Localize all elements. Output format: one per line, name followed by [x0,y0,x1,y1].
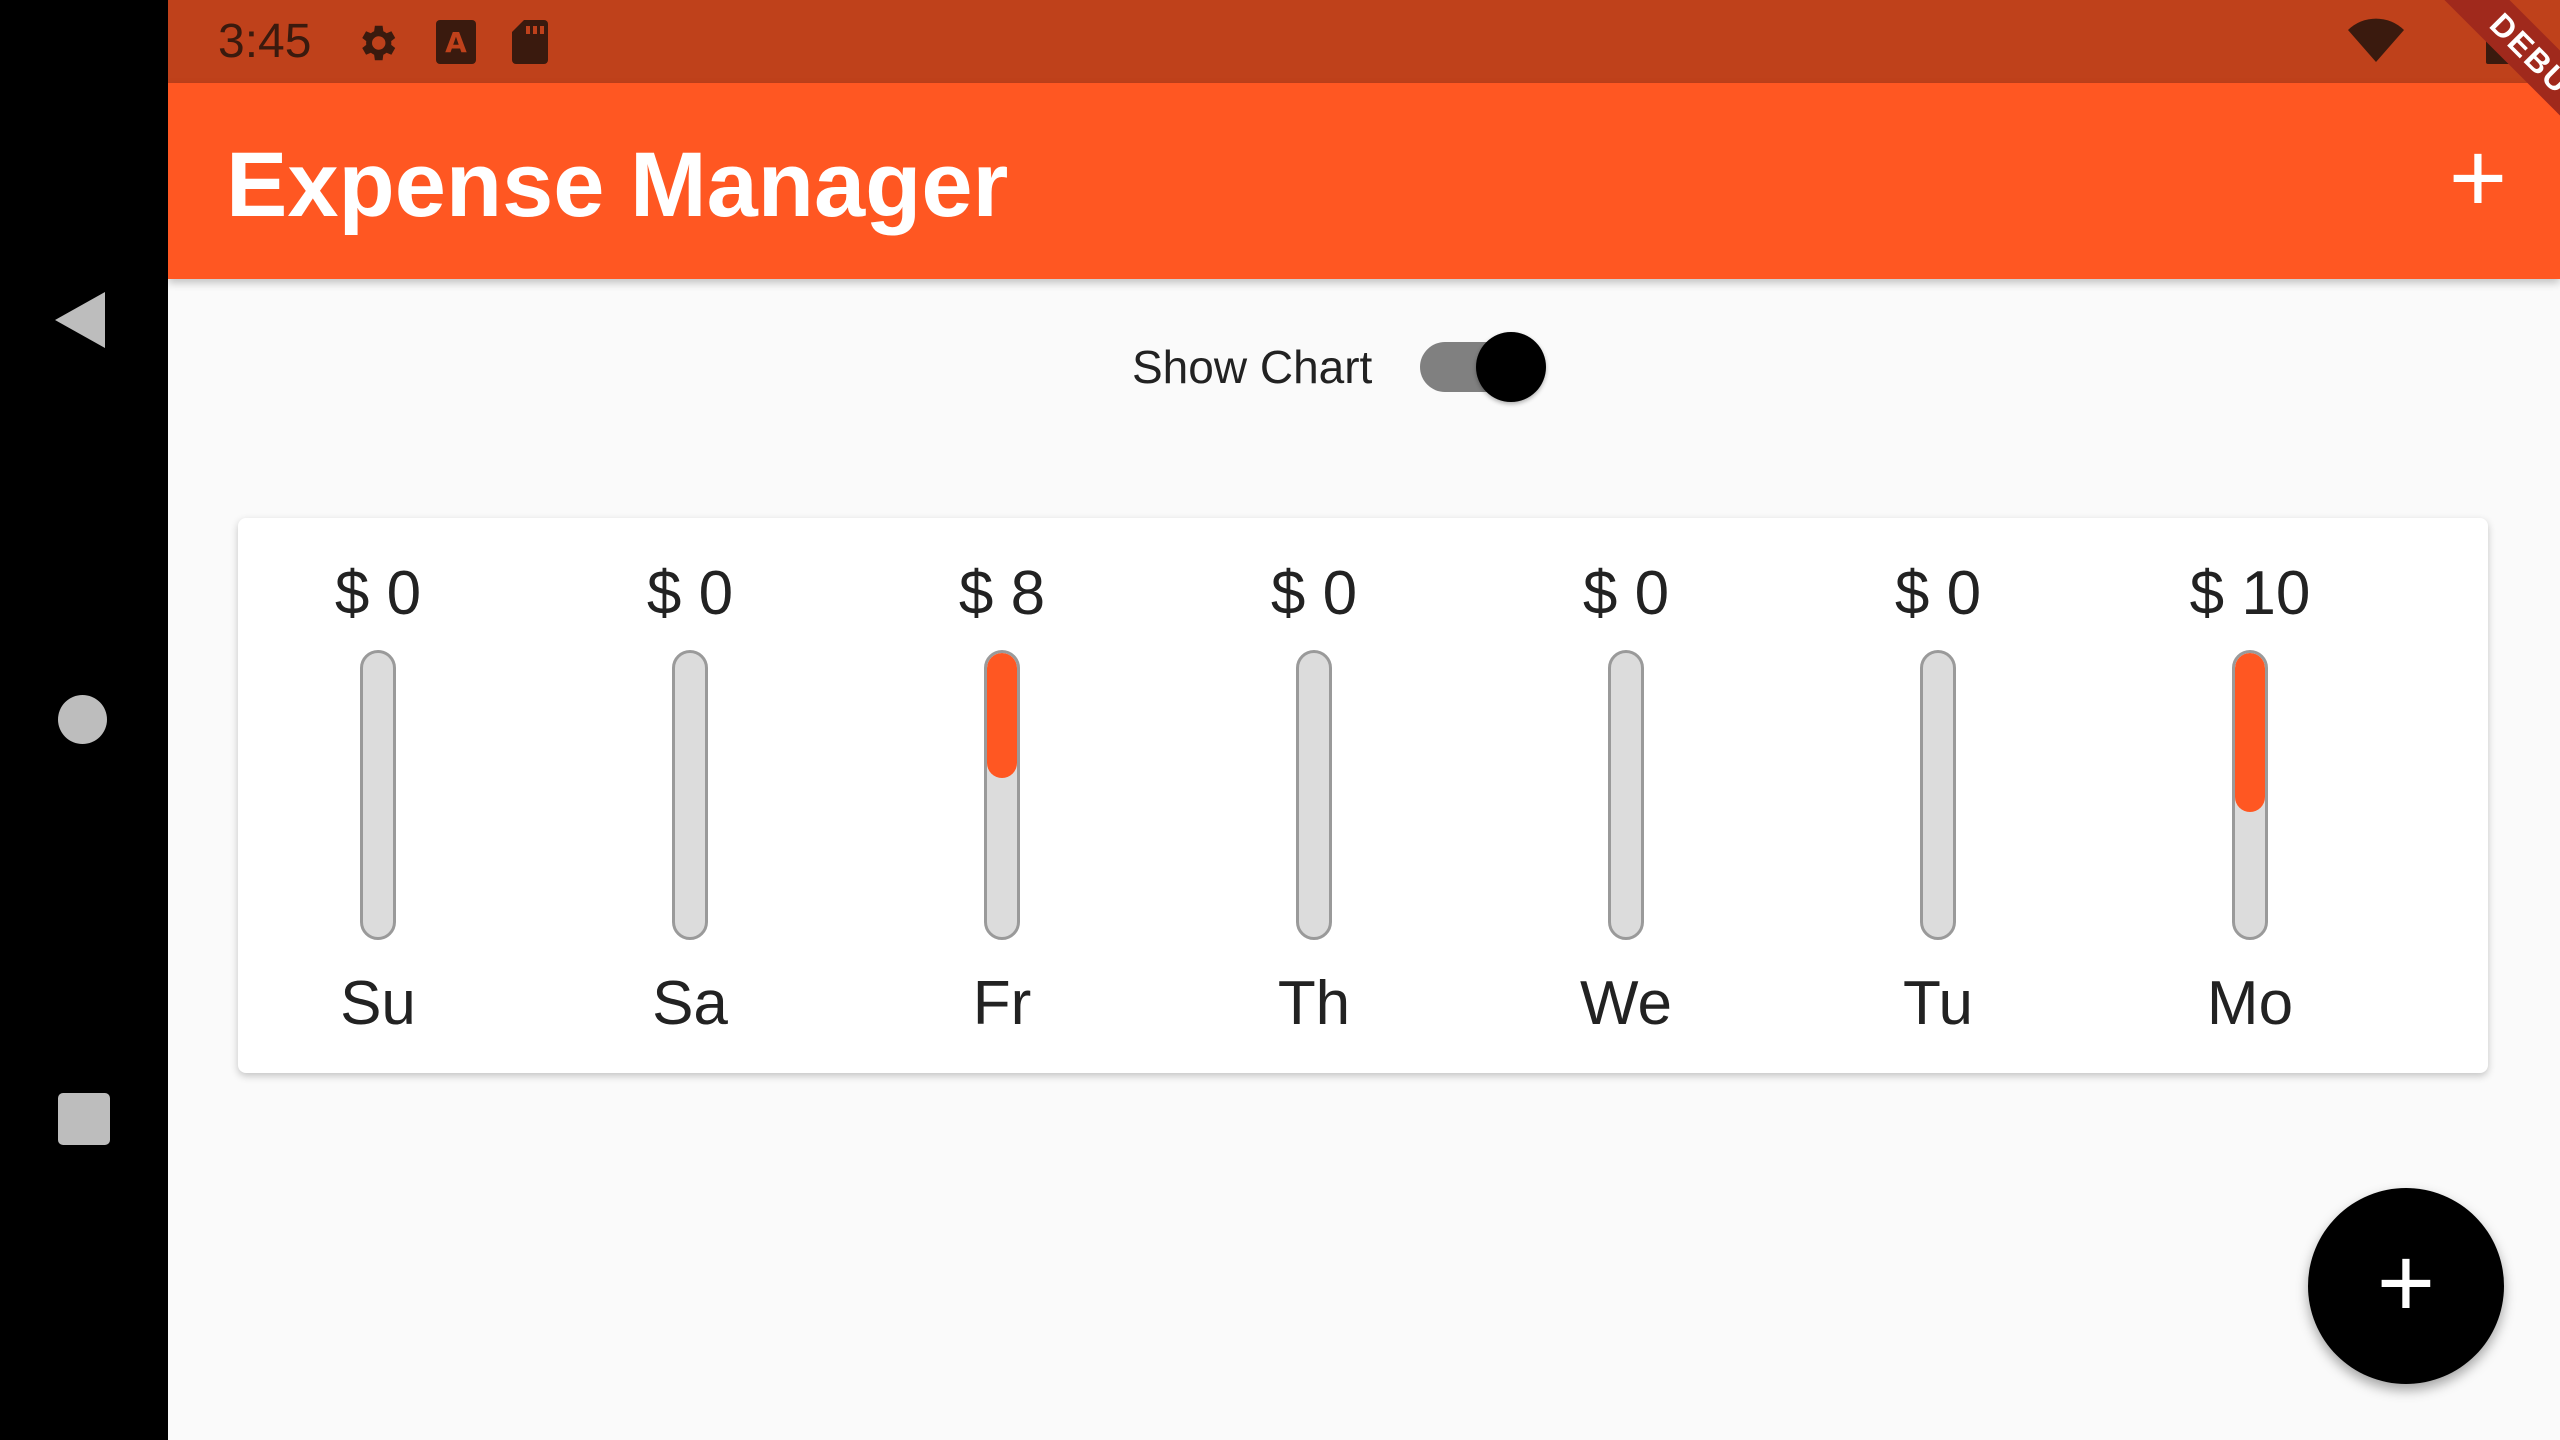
bar-track [984,650,1020,940]
wifi-icon [2348,18,2404,63]
chart-bar-su: $ 0 Su [288,518,468,1073]
bar-track [1920,650,1956,940]
bar-amount-label: $ 0 [1270,559,1358,628]
bar-amount-label: $ 0 [1582,559,1670,628]
show-chart-label: Show Chart [1132,341,1373,393]
show-chart-switch[interactable] [1420,332,1547,402]
bar-day-label: Mo [2206,969,2294,1038]
gear-icon [362,25,396,61]
chart-bar-mo: $ 10 Mo [2160,518,2340,1073]
bar-amount-label: $ 8 [958,559,1046,628]
chart-bar-th: $ 0 Th [1224,518,1404,1073]
bar-track [1296,650,1332,940]
show-chart-row: Show Chart [1132,332,1547,402]
bar-day-label: Su [340,969,416,1038]
home-icon[interactable] [58,695,107,744]
svg-text:A: A [445,26,467,59]
bar-day-label: Sa [652,969,728,1038]
bar-track [360,650,396,940]
chart-bar-sa: $ 0 Sa [600,518,780,1073]
bar-amount-label: $ 0 [1894,559,1982,628]
bar-day-label: Th [1277,969,1351,1038]
add-icon[interactable]: + [2438,128,2518,228]
bar-track [672,650,708,940]
bar-amount-label: $ 0 [646,559,734,628]
chart-bar-tu: $ 0 Tu [1848,518,2028,1073]
bar-amount-label: $ 0 [334,559,422,628]
bar-track [2232,650,2268,940]
bar-day-label: Tu [1902,969,1974,1038]
app-bar: Expense Manager + [168,83,2560,279]
bar-fill [2235,653,2265,813]
app-title: Expense Manager [226,134,1009,236]
back-icon[interactable] [55,292,105,348]
chart-bar-fr: $ 8 Fr [912,518,1092,1073]
status-time: 3:45 [218,15,312,68]
system-navigation-bar [0,0,168,1440]
a-icon: A [436,20,476,64]
weekly-chart-card: $ 0 Su $ 0 Sa $ 8 Fr $ 0 Th $ 0 We $ 0 Tu $ 10 Mo [238,518,2488,1073]
recent-apps-icon[interactable] [58,1093,110,1145]
sd-card-icon [512,20,548,64]
bar-fill [987,653,1017,778]
chart-bar-we: $ 0 We [1536,518,1716,1073]
add-transaction-fab[interactable]: + [2308,1188,2504,1384]
bar-day-label: Fr [972,969,1032,1038]
switch-thumb[interactable] [1476,332,1547,402]
bar-amount-label: $ 10 [2189,559,2311,628]
bar-day-label: We [1580,969,1672,1038]
status-bar: 3:45 A [168,0,2560,83]
bar-track [1608,650,1644,940]
